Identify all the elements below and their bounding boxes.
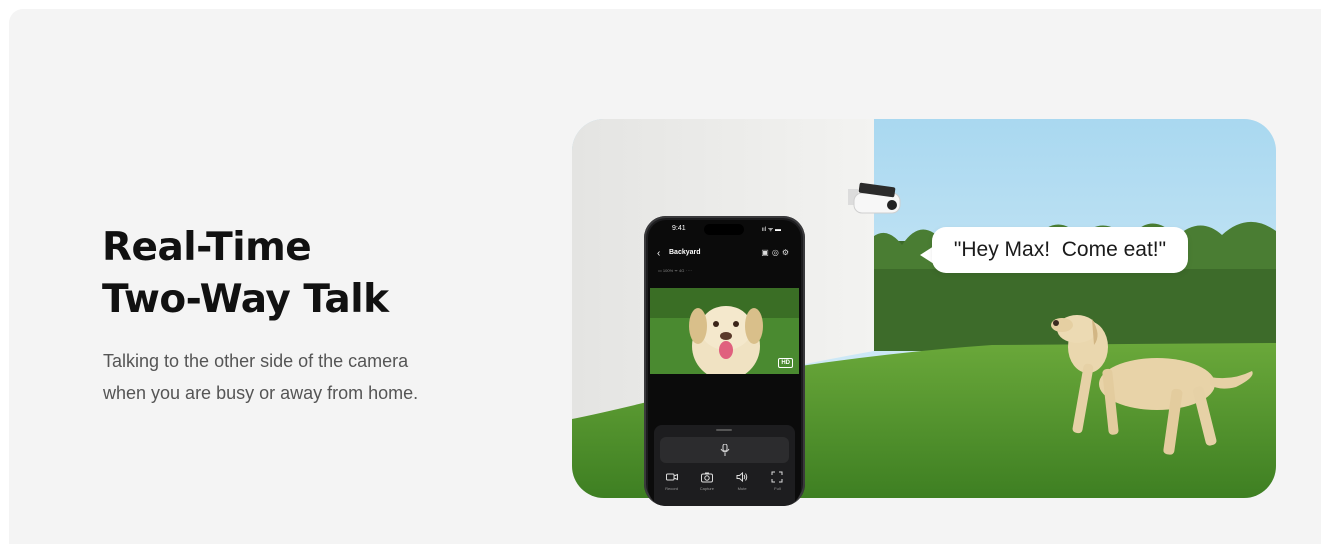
feature-description: Talking to the other side of the camera … bbox=[103, 345, 418, 409]
control-row: Record Capture Mute Full bbox=[654, 471, 795, 491]
drag-handle[interactable] bbox=[716, 429, 732, 431]
description-line-2: when you are busy or away from home. bbox=[103, 383, 419, 403]
feature-headline: Real-Time Two-Way Talk bbox=[102, 222, 389, 326]
control-label: Record bbox=[665, 486, 679, 491]
hd-badge[interactable]: HD bbox=[778, 358, 793, 368]
device-info-line: ▭ 100% ᯤ 4G · ··· bbox=[658, 268, 692, 273]
talk-control-panel: Record Capture Mute Full bbox=[654, 425, 795, 506]
capture-button[interactable]: Capture bbox=[691, 471, 723, 491]
dog-portrait bbox=[650, 288, 799, 374]
gear-icon[interactable]: ⚙ bbox=[782, 248, 792, 257]
control-label: Capture bbox=[699, 486, 714, 491]
video-camera-icon bbox=[665, 473, 678, 481]
screen-title: Backyard bbox=[669, 249, 701, 256]
record-button[interactable]: Record bbox=[656, 471, 688, 491]
app-nav-bar: ‹ Backyard ▣◎⚙ bbox=[648, 248, 801, 262]
fullscreen-icon bbox=[771, 471, 783, 483]
control-label: Mute bbox=[737, 486, 747, 491]
speech-bubble: "Hey Max! Come eat!" bbox=[932, 227, 1188, 273]
mute-button[interactable]: Mute bbox=[726, 471, 758, 491]
status-bar: 9:41 ııl ᯤ ▬ bbox=[648, 225, 801, 235]
speaker-icon bbox=[736, 471, 748, 483]
status-icons: ııl ᯤ ▬ bbox=[761, 227, 781, 233]
phone-mockup: 9:41 ııl ᯤ ▬ ‹ Backyard ▣◎⚙ ▭ 100% ᯤ 4G … bbox=[644, 216, 805, 506]
headline-line-1: Real-Time bbox=[102, 225, 312, 270]
camera-icon bbox=[700, 472, 713, 483]
microphone-icon bbox=[720, 444, 729, 456]
control-label: Full bbox=[774, 486, 781, 491]
calendar-icon[interactable]: ▣ bbox=[761, 248, 772, 257]
phone-screen: 9:41 ııl ᯤ ▬ ‹ Backyard ▣◎⚙ ▭ 100% ᯤ 4G … bbox=[648, 220, 801, 506]
headline-line-2: Two-Way Talk bbox=[102, 277, 389, 322]
fullscreen-button[interactable]: Full bbox=[761, 471, 793, 491]
live-video-feed[interactable]: HD bbox=[650, 288, 799, 374]
status-time: 9:41 bbox=[672, 225, 686, 232]
history-icon[interactable]: ◎ bbox=[772, 248, 782, 257]
talk-button[interactable] bbox=[660, 437, 789, 463]
description-line-1: Talking to the other side of the camera bbox=[103, 351, 409, 371]
back-chevron-icon[interactable]: ‹ bbox=[657, 248, 660, 260]
